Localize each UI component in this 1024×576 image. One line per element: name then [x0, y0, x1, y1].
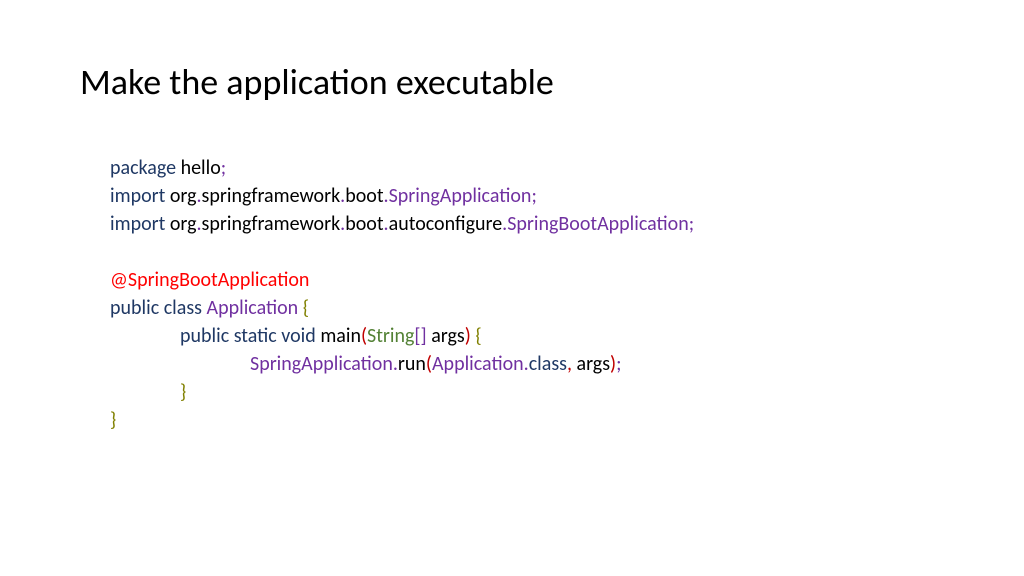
identifier: args — [431, 324, 465, 348]
method-name: run — [398, 352, 426, 376]
class-name: SpringApplication — [250, 352, 393, 376]
slide-title: Make the application executable — [80, 60, 944, 104]
identifier: springframework — [202, 212, 341, 236]
class-name: SpringBootApplication — [507, 212, 689, 236]
semicolon: ; — [221, 156, 226, 180]
identifier: boot — [345, 212, 383, 236]
identifier: autoconfigure — [389, 212, 503, 236]
semicolon: ; — [616, 352, 621, 376]
code-line-7: SpringApplication.run(Application.class,… — [110, 350, 944, 378]
brace-open: { — [475, 324, 481, 348]
code-line-5: public class Application { — [110, 294, 944, 322]
keyword-static: static — [234, 324, 277, 348]
identifier: args — [577, 352, 611, 376]
brace-close: } — [110, 408, 116, 432]
keyword-class: class — [529, 352, 567, 376]
keyword-void: void — [281, 324, 316, 348]
code-line-2: import org.springframework.boot.SpringAp… — [110, 182, 944, 210]
code-line-8: } — [110, 378, 944, 406]
identifier: boot — [345, 184, 383, 208]
brace-open: { — [303, 296, 309, 320]
semicolon: ; — [531, 184, 536, 208]
keyword-public: public — [180, 324, 229, 348]
identifier: org — [165, 184, 196, 208]
keyword-import: import — [110, 212, 165, 236]
keyword-class: class — [164, 296, 202, 320]
semicolon: ; — [689, 212, 694, 236]
brace-close: } — [180, 380, 186, 404]
method-name: main — [320, 324, 361, 348]
code-line-4: @SpringBootApplication — [110, 266, 944, 294]
identifier: springframework — [202, 184, 341, 208]
code-line-6: public static void main(String[] args) { — [110, 322, 944, 350]
keyword-package: package — [110, 156, 176, 180]
brackets: [] — [414, 324, 426, 348]
identifier: hello — [176, 156, 221, 180]
code-line-9: } — [110, 406, 944, 434]
keyword-public: public — [110, 296, 159, 320]
empty-line — [110, 238, 944, 266]
type-string: String — [367, 324, 414, 348]
annotation: @SpringBootApplication — [110, 268, 309, 292]
class-name: Application — [432, 352, 524, 376]
class-name: SpringApplication — [389, 184, 532, 208]
code-block: package hello; import org.springframewor… — [80, 154, 944, 434]
code-line-1: package hello; — [110, 154, 944, 182]
class-name: Application — [207, 296, 299, 320]
identifier: org — [165, 212, 196, 236]
code-line-3: import org.springframework.boot.autoconf… — [110, 210, 944, 238]
keyword-import: import — [110, 184, 165, 208]
